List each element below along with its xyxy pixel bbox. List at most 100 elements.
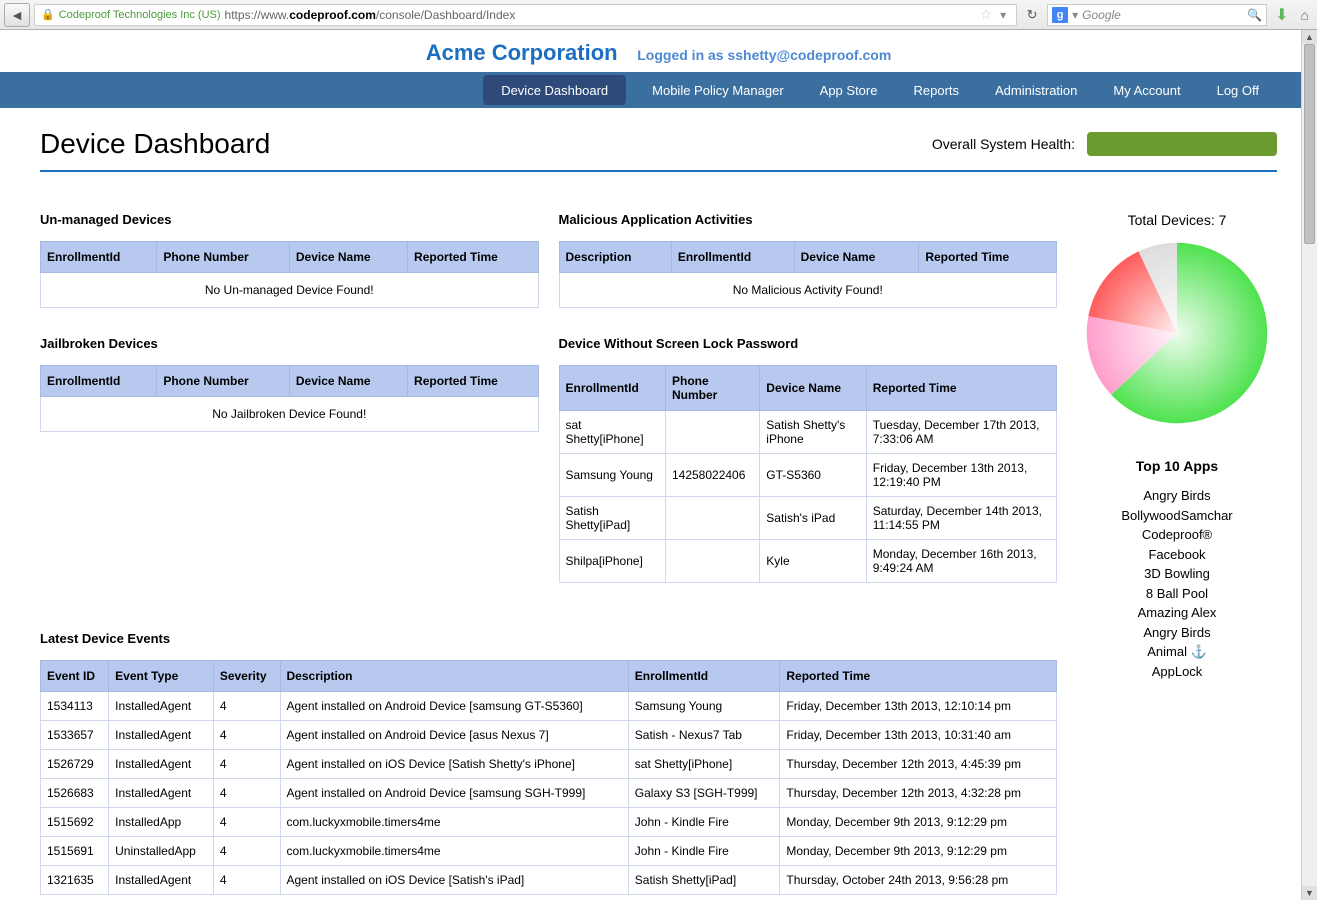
- cell: sat Shetty[iPhone]: [559, 411, 665, 454]
- column-header: Device Name: [289, 366, 407, 397]
- column-header: Phone Number: [157, 242, 290, 273]
- sidebar-right: Total Devices: 7 Top 10 Apps Angry Birds…: [1077, 212, 1277, 895]
- reload-button[interactable]: ↻: [1021, 4, 1043, 26]
- app-item: Facebook: [1077, 545, 1277, 565]
- nav-item-my-account[interactable]: My Account: [1095, 72, 1198, 108]
- cell: Satish Shetty[iPad]: [628, 866, 780, 895]
- scroll-up-icon[interactable]: ▲: [1302, 30, 1317, 44]
- nav-item-reports[interactable]: Reports: [895, 72, 977, 108]
- dropdown-icon[interactable]: ▾: [1000, 8, 1006, 22]
- search-bar[interactable]: g ▾ Google 🔍: [1047, 4, 1267, 26]
- column-header: EnrollmentId: [559, 366, 665, 411]
- table-row[interactable]: Satish Shetty[iPad]Satish's iPadSaturday…: [559, 497, 1057, 540]
- cell: Agent installed on Android Device [samsu…: [280, 692, 628, 721]
- nav-item-log-off[interactable]: Log Off: [1199, 72, 1277, 108]
- nav-item-device-dashboard[interactable]: Device Dashboard: [483, 75, 626, 105]
- cell: 1515691: [41, 837, 109, 866]
- cell: 1515692: [41, 808, 109, 837]
- column-header: Reported Time: [408, 366, 538, 397]
- panel-title: Device Without Screen Lock Password: [559, 336, 1058, 351]
- cell: Saturday, December 14th 2013, 11:14:55 P…: [866, 497, 1056, 540]
- search-dropdown-icon[interactable]: ▾: [1072, 8, 1078, 22]
- table-row[interactable]: 1515691UninstalledApp4com.luckyxmobile.t…: [41, 837, 1057, 866]
- app-item: Angry Birds: [1077, 486, 1277, 506]
- url-bar[interactable]: 🔒 Codeproof Technologies Inc (US) https:…: [34, 4, 1017, 26]
- app-item: Amazing Alex: [1077, 603, 1277, 623]
- cell: Galaxy S3 [SGH-T999]: [628, 779, 780, 808]
- cell: [665, 411, 759, 454]
- column-header: EnrollmentId: [628, 661, 780, 692]
- cell: John - Kindle Fire: [628, 837, 780, 866]
- cell: 4: [213, 721, 280, 750]
- cell: Monday, December 9th 2013, 9:12:29 pm: [780, 837, 1057, 866]
- table-row[interactable]: Shilpa[iPhone]KyleMonday, December 16th …: [559, 540, 1057, 583]
- cell: InstalledAgent: [109, 779, 214, 808]
- cell: 1526683: [41, 779, 109, 808]
- google-icon: g: [1052, 7, 1068, 23]
- column-header: Device Name: [794, 242, 919, 273]
- cell: Agent installed on Android Device [samsu…: [280, 779, 628, 808]
- url-text: https://www.codeproof.com/console/Dashbo…: [225, 8, 516, 22]
- table-row[interactable]: 1526729InstalledAgent4Agent installed on…: [41, 750, 1057, 779]
- lock-icon: 🔒: [41, 8, 55, 21]
- device-pie-chart: [1082, 238, 1272, 428]
- scrollbar[interactable]: ▲ ▼: [1301, 30, 1317, 900]
- column-header: Device Name: [760, 366, 866, 411]
- table-row[interactable]: 1533657InstalledAgent4Agent installed on…: [41, 721, 1057, 750]
- back-button[interactable]: ◄: [4, 3, 30, 27]
- cell: Agent installed on iOS Device [Satish Sh…: [280, 750, 628, 779]
- app-item: Codeproof®: [1077, 525, 1277, 545]
- scroll-down-icon[interactable]: ▼: [1302, 886, 1317, 900]
- cell: Satish Shetty[iPad]: [559, 497, 665, 540]
- bookmark-star-icon[interactable]: ☆: [980, 6, 993, 23]
- cell: 1533657: [41, 721, 109, 750]
- app-item: Animal ⚓: [1077, 642, 1277, 662]
- column-header: Reported Time: [919, 242, 1057, 273]
- total-devices: Total Devices: 7: [1077, 212, 1277, 228]
- table-row[interactable]: Samsung Young14258022406GT-S5360Friday, …: [559, 454, 1057, 497]
- cell: InstalledAgent: [109, 866, 214, 895]
- table-row[interactable]: 1321635InstalledAgent4Agent installed on…: [41, 866, 1057, 895]
- home-icon[interactable]: ⌂: [1301, 7, 1309, 23]
- nav-item-mobile-policy-manager[interactable]: Mobile Policy Manager: [634, 72, 802, 108]
- table-row[interactable]: 1534113InstalledAgent4Agent installed on…: [41, 692, 1057, 721]
- cell: 1534113: [41, 692, 109, 721]
- cell: 4: [213, 808, 280, 837]
- cell: UninstalledApp: [109, 837, 214, 866]
- table-row[interactable]: 1515692InstalledApp4com.luckyxmobile.tim…: [41, 808, 1057, 837]
- cell: InstalledAgent: [109, 750, 214, 779]
- app-item: 3D Bowling: [1077, 564, 1277, 584]
- cell: [665, 497, 759, 540]
- cell: [665, 540, 759, 583]
- column-header: EnrollmentId: [41, 242, 157, 273]
- nav-item-app-store[interactable]: App Store: [802, 72, 896, 108]
- cell: Agent installed on Android Device [asus …: [280, 721, 628, 750]
- scrollbar-thumb[interactable]: [1304, 44, 1315, 244]
- cell: 14258022406: [665, 454, 759, 497]
- header: Acme Corporation Logged in as sshetty@co…: [0, 30, 1317, 72]
- cell: Monday, December 9th 2013, 9:12:29 pm: [780, 808, 1057, 837]
- cell: Friday, December 13th 2013, 10:31:40 am: [780, 721, 1057, 750]
- panel-title: Malicious Application Activities: [559, 212, 1058, 227]
- table-row[interactable]: 1526683InstalledAgent4Agent installed on…: [41, 779, 1057, 808]
- nolock-table: EnrollmentIdPhone NumberDevice NameRepor…: [559, 365, 1058, 583]
- cell: 1321635: [41, 866, 109, 895]
- table-row[interactable]: sat Shetty[iPhone]Satish Shetty's iPhone…: [559, 411, 1057, 454]
- cell: com.luckyxmobile.timers4me: [280, 837, 628, 866]
- search-placeholder: Google: [1082, 8, 1247, 22]
- search-icon[interactable]: 🔍: [1247, 8, 1262, 22]
- column-header: EnrollmentId: [671, 242, 794, 273]
- events-table: Event IDEvent TypeSeverityDescriptionEnr…: [40, 660, 1057, 895]
- cell: InstalledApp: [109, 808, 214, 837]
- unmanaged-panel: Un-managed Devices EnrollmentIdPhone Num…: [40, 212, 539, 308]
- app-item: 8 Ball Pool: [1077, 584, 1277, 604]
- app-item: AppLock: [1077, 662, 1277, 682]
- nav-item-administration[interactable]: Administration: [977, 72, 1095, 108]
- panel-title: Un-managed Devices: [40, 212, 539, 227]
- top-apps-title: Top 10 Apps: [1077, 458, 1277, 474]
- column-header: Event ID: [41, 661, 109, 692]
- cell: Satish - Nexus7 Tab: [628, 721, 780, 750]
- download-icon[interactable]: ⬇: [1275, 5, 1288, 25]
- top-apps-list: Angry BirdsBollywoodSamcharCodeproof®Fac…: [1077, 486, 1277, 681]
- empty-message: No Un-managed Device Found!: [41, 273, 539, 308]
